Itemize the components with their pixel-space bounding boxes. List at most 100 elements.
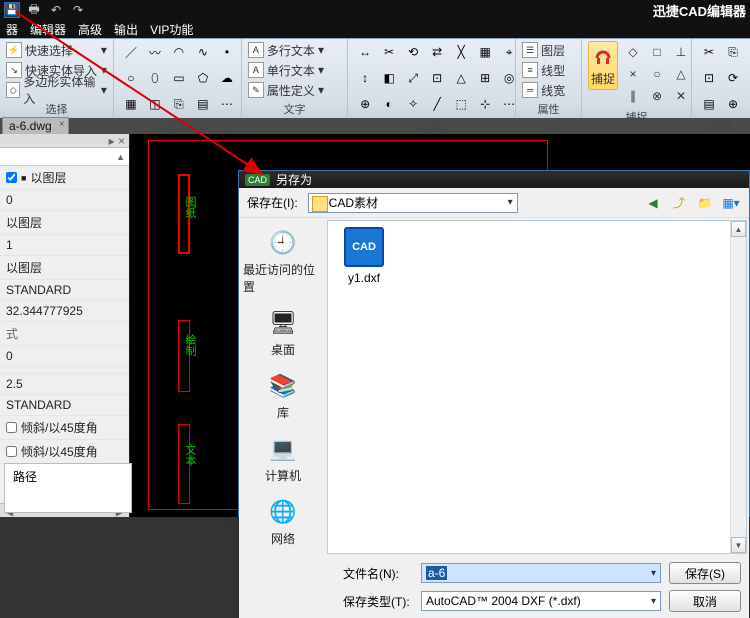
snap-icon[interactable]: ✕ bbox=[670, 85, 692, 107]
insert-icon[interactable]: ⎘ bbox=[168, 93, 190, 115]
property-row[interactable]: 0 bbox=[0, 346, 129, 367]
snap-icon[interactable]: ⊗ bbox=[646, 85, 668, 107]
ribbon-item[interactable]: ☰图层 bbox=[522, 41, 565, 59]
property-row[interactable]: 以图层 bbox=[0, 256, 129, 280]
tool-icon[interactable]: ⬚ bbox=[450, 93, 472, 115]
ribbon-item[interactable]: ✎属性定义▾ bbox=[248, 81, 324, 99]
redo-icon[interactable]: ↷ bbox=[70, 2, 86, 18]
tool-icon[interactable]: ✧ bbox=[402, 93, 424, 115]
ribbon-item[interactable]: A单行文本▾ bbox=[248, 61, 324, 79]
circle-icon[interactable]: ○ bbox=[120, 67, 142, 89]
polygon-icon[interactable]: ⬠ bbox=[192, 67, 214, 89]
scrollbar[interactable]: ▲ ▼ bbox=[730, 221, 746, 553]
more-icon[interactable]: ⋯ bbox=[216, 93, 238, 115]
places-item[interactable]: 💻计算机 bbox=[243, 430, 323, 487]
undo-icon[interactable]: ↶ bbox=[48, 2, 64, 18]
document-tab[interactable]: a-6.dwg× bbox=[2, 117, 69, 134]
rect-icon[interactable]: ▭ bbox=[168, 67, 190, 89]
property-row[interactable]: 以图层 bbox=[0, 211, 129, 235]
new-folder-icon[interactable]: 📁 bbox=[695, 193, 715, 213]
edit-icon[interactable]: ⎘ bbox=[722, 41, 744, 63]
places-item[interactable]: 📚库 bbox=[243, 367, 323, 424]
ribbon-item[interactable]: A多行文本▾ bbox=[248, 41, 324, 59]
scroll-up-icon[interactable]: ▲ bbox=[731, 221, 746, 237]
menu-item[interactable]: VIP功能 bbox=[150, 21, 193, 38]
cloud-icon[interactable]: ☁ bbox=[216, 67, 238, 89]
save-in-combo[interactable]: CAD素材 bbox=[308, 193, 518, 213]
property-row[interactable] bbox=[0, 367, 129, 374]
ellipse-icon[interactable]: ⬯ bbox=[144, 67, 166, 89]
scroll-up-icon[interactable]: ▲ bbox=[116, 152, 125, 162]
property-row[interactable]: STANDARD bbox=[0, 280, 129, 301]
filename-input[interactable]: a-6 bbox=[421, 563, 661, 583]
tool-icon[interactable]: ↕ bbox=[354, 67, 376, 89]
save-button[interactable]: 保存(S) bbox=[669, 562, 741, 584]
menu-item[interactable]: 输出 bbox=[114, 21, 138, 38]
file-item[interactable]: CAD y1.dxf bbox=[334, 227, 394, 285]
print-icon[interactable]: 🖶 bbox=[26, 2, 42, 18]
block-icon[interactable]: ◫ bbox=[144, 93, 166, 115]
edit-icon[interactable]: ▤ bbox=[698, 93, 720, 115]
tool-icon[interactable]: ◐ bbox=[378, 93, 400, 115]
property-checkbox[interactable] bbox=[6, 422, 17, 433]
snap-icon[interactable]: ⊥ bbox=[670, 41, 692, 63]
file-list[interactable]: CAD y1.dxf ▲ ▼ bbox=[327, 220, 747, 554]
hatch-icon[interactable]: ▦ bbox=[120, 93, 142, 115]
edit-icon[interactable]: ⟳ bbox=[722, 67, 744, 89]
property-checkbox[interactable] bbox=[6, 446, 17, 457]
arc-icon[interactable]: ◠ bbox=[168, 41, 190, 63]
cancel-button[interactable]: 取消 bbox=[669, 590, 741, 612]
property-row[interactable]: ■以图层 bbox=[0, 166, 129, 190]
tool-icon[interactable]: ↔ bbox=[354, 41, 376, 63]
snap-icon[interactable]: ○ bbox=[646, 63, 668, 85]
snap-icon[interactable]: ∥ bbox=[622, 85, 644, 107]
property-row[interactable]: 式 bbox=[0, 322, 129, 346]
tool-icon[interactable]: ▦ bbox=[474, 41, 496, 63]
property-row[interactable]: 2.5 bbox=[0, 374, 129, 395]
tool-icon[interactable]: ⟲ bbox=[402, 41, 424, 63]
property-row[interactable]: 倾斜/以45度角 bbox=[0, 440, 129, 464]
panel-control-icon[interactable]: ▸ × bbox=[109, 134, 125, 147]
view-icon[interactable]: ▦▾ bbox=[721, 193, 741, 213]
point-icon[interactable]: • bbox=[216, 41, 238, 63]
property-row[interactable]: 32.344777925 bbox=[0, 301, 129, 322]
menu-item[interactable]: 高级 bbox=[78, 21, 102, 38]
snap-icon[interactable]: ◇ bbox=[622, 41, 644, 63]
tool-icon[interactable]: ╳ bbox=[450, 41, 472, 63]
scroll-down-icon[interactable]: ▼ bbox=[731, 537, 746, 553]
edit-icon[interactable]: ⊡ bbox=[698, 67, 720, 89]
spline-icon[interactable]: ∿ bbox=[192, 41, 214, 63]
property-row[interactable]: STANDARD bbox=[0, 395, 129, 416]
snap-icon[interactable]: □ bbox=[646, 41, 668, 63]
back-icon[interactable]: ◀ bbox=[643, 193, 663, 213]
edit-icon[interactable]: ⊕ bbox=[722, 93, 744, 115]
places-item[interactable]: 🕘最近访问的位置 bbox=[243, 224, 323, 298]
snap-button[interactable]: 捕捉 bbox=[588, 41, 618, 90]
line-icon[interactable]: ／ bbox=[120, 41, 142, 63]
tool-icon[interactable]: ⊹ bbox=[474, 93, 496, 115]
edit-icon[interactable]: ✂ bbox=[698, 41, 720, 63]
menu-item[interactable]: 编辑器 bbox=[30, 21, 66, 38]
property-row[interactable]: 0 bbox=[0, 190, 129, 211]
tool-icon[interactable]: ⇄ bbox=[426, 41, 448, 63]
property-row[interactable]: 1 bbox=[0, 235, 129, 256]
tool-icon[interactable]: △ bbox=[450, 67, 472, 89]
tool-icon[interactable]: ⊕ bbox=[354, 93, 376, 115]
property-checkbox[interactable] bbox=[6, 172, 17, 183]
tool-icon[interactable]: ✂ bbox=[378, 41, 400, 63]
up-icon[interactable]: ⤴ bbox=[669, 193, 689, 213]
save-icon[interactable]: 💾 bbox=[4, 2, 20, 18]
places-item[interactable]: 🖥桌面 bbox=[243, 304, 323, 361]
ribbon-item[interactable]: ≡线型 bbox=[522, 61, 565, 79]
ribbon-item[interactable]: ═线宽 bbox=[522, 81, 565, 99]
ribbon-item[interactable]: ⚡快速选择▾ bbox=[6, 41, 107, 59]
ribbon-item[interactable]: ◇多边形实体输入▾ bbox=[6, 81, 107, 99]
tool-icon[interactable]: ◧ bbox=[378, 67, 400, 89]
property-row[interactable]: 倾斜/以45度角 bbox=[0, 416, 129, 440]
image-icon[interactable]: ▤ bbox=[192, 93, 214, 115]
snap-icon[interactable]: × bbox=[622, 63, 644, 85]
polyline-icon[interactable]: 〰 bbox=[144, 41, 166, 63]
tool-icon[interactable]: ⊞ bbox=[474, 67, 496, 89]
places-item[interactable]: 🌐网络 bbox=[243, 493, 323, 550]
filetype-combo[interactable]: AutoCAD™ 2004 DXF (*.dxf) bbox=[421, 591, 661, 611]
